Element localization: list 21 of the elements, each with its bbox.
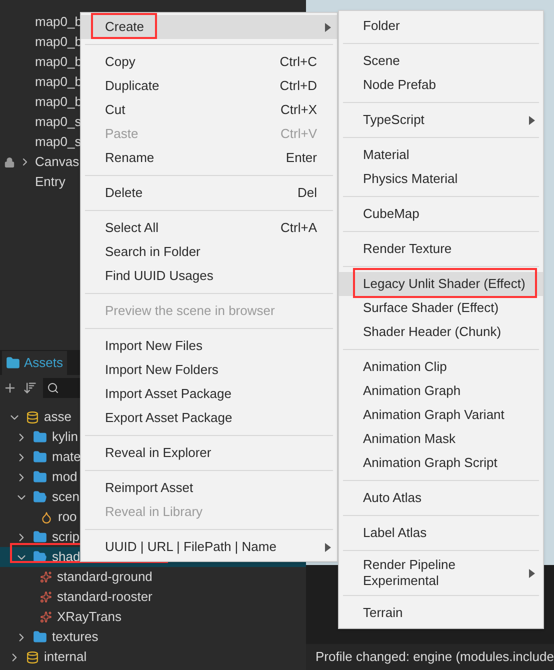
shortcut-label: Enter (286, 149, 318, 168)
shortcut-label: Ctrl+D (280, 77, 318, 96)
tree-label: asse (44, 408, 72, 426)
tree-label: mod (52, 468, 78, 486)
tree-label: scrip (52, 528, 80, 546)
tree-label: mate (52, 448, 81, 466)
tree-label: scen (52, 488, 80, 506)
tree-label: textures (52, 628, 98, 646)
tree-label: shad (52, 548, 80, 566)
shortcut-label: Ctrl+A (280, 219, 318, 238)
shortcut-label: Ctrl+V (280, 125, 318, 144)
tree-label: internal (44, 648, 87, 666)
tree-label: standard-rooster (57, 588, 152, 606)
shortcut-label: Ctrl+X (280, 101, 318, 120)
tree-label: XRayTrans (57, 608, 122, 626)
shortcut-label: Ctrl+C (280, 53, 318, 72)
menu-sublabel: Experimental (363, 573, 440, 589)
tree-label: kylin (52, 428, 78, 446)
tree-label: roo (58, 508, 77, 526)
tree-label: standard-ground (57, 568, 152, 586)
shortcut-label: Del (297, 184, 318, 202)
